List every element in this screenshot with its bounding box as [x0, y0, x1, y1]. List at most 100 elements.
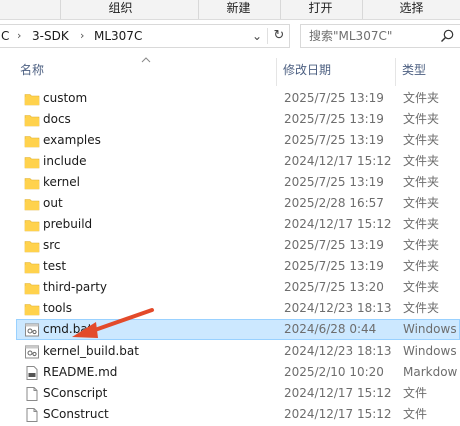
file-date-modified: 2024/12/17 15:12: [284, 154, 392, 168]
folder-icon: [24, 175, 40, 191]
file-type: 文件夹: [403, 112, 440, 126]
file-name[interactable]: docs: [43, 110, 71, 129]
file-type: 文件夹: [403, 196, 440, 210]
file-date-modified: 2024/6/28 0:44: [284, 322, 377, 336]
file-row[interactable]: test 2025/7/25 13:19 文件夹: [16, 256, 460, 277]
file-name[interactable]: third-party: [43, 278, 107, 297]
file-row[interactable]: prebuild 2024/12/17 15:12 文件夹: [16, 214, 460, 235]
file-date-modified: 2024/12/23 18:13: [284, 344, 392, 358]
file-row[interactable]: tools 2024/12/23 18:13 文件夹: [16, 298, 460, 319]
navigation-bar: C › 3-SDK › ML307C ⌄ ↻: [0, 24, 460, 50]
file-date-modified: 2025/7/25 13:19: [284, 91, 384, 105]
file-name[interactable]: examples: [43, 131, 101, 150]
file-name[interactable]: prebuild: [43, 215, 92, 234]
search-icon[interactable]: [439, 28, 455, 44]
file-type: 文件: [403, 407, 428, 421]
ribbon-open[interactable]: 打开: [280, 0, 360, 19]
folder-icon: [24, 112, 40, 128]
breadcrumb-separator: ›: [80, 29, 85, 42]
file-date-modified: 2025/7/25 13:19: [284, 259, 384, 273]
file-row[interactable]: cmd.bat 2024/6/28 0:44 Windows: [16, 319, 460, 340]
ribbon-bar: 组织 新建 打开 选择: [0, 0, 460, 20]
file-type: Windows: [403, 322, 457, 336]
file-type: 文件夹: [403, 238, 440, 252]
refresh-icon[interactable]: ↻: [269, 25, 289, 47]
file-row[interactable]: SConscript 2024/12/17 15:12 文件: [16, 383, 460, 404]
folder-icon: [24, 238, 40, 254]
file-name[interactable]: SConstruct: [43, 405, 109, 424]
breadcrumb-c[interactable]: C: [1, 25, 9, 47]
file-type: 文件夹: [403, 301, 440, 315]
file-name[interactable]: src: [43, 236, 61, 255]
file-row[interactable]: kernel_build.bat 2024/12/23 18:13 Windows: [16, 341, 460, 362]
ribbon-select[interactable]: 选择: [362, 0, 460, 19]
file-row[interactable]: docs 2025/7/25 13:19 文件夹: [16, 109, 460, 130]
file-row[interactable]: include 2024/12/17 15:12 文件夹: [16, 151, 460, 172]
file-type: 文件夹: [403, 259, 440, 273]
sort-ascending-icon: [141, 57, 151, 63]
file-name[interactable]: tools: [43, 299, 72, 318]
ribbon-organize[interactable]: 组织: [60, 0, 180, 19]
file-name[interactable]: include: [43, 152, 86, 171]
column-type[interactable]: 类型: [402, 62, 426, 78]
folder-icon: [24, 154, 40, 170]
breadcrumb-ml307c[interactable]: ML307C: [94, 25, 142, 47]
file-explorer-window: 组织 新建 打开 选择 C › 3-SDK › ML307C ⌄ ↻ 名称: [0, 0, 460, 426]
column-name[interactable]: 名称: [20, 62, 44, 78]
file-row[interactable]: kernel 2025/7/25 13:19 文件夹: [16, 172, 460, 193]
file-type: 文件夹: [403, 217, 440, 231]
file-row[interactable]: out 2025/2/28 16:57 文件夹: [16, 193, 460, 214]
file-date-modified: 2025/7/25 13:19: [284, 112, 384, 126]
file-type: 文件夹: [403, 91, 440, 105]
file-icon: [24, 386, 40, 402]
folder-icon: [24, 196, 40, 212]
folder-icon: [24, 259, 40, 275]
file-name[interactable]: kernel: [43, 173, 80, 192]
ribbon-new[interactable]: 新建: [198, 0, 278, 19]
folder-icon: [24, 217, 40, 233]
breadcrumb-sdk[interactable]: 3-SDK: [32, 25, 69, 47]
file-name[interactable]: test: [43, 257, 66, 276]
file-date-modified: 2025/2/10 10:20: [284, 365, 384, 379]
file-name[interactable]: kernel_build.bat: [43, 342, 139, 361]
file-name[interactable]: SConscript: [43, 384, 107, 403]
file-row[interactable]: examples 2025/7/25 13:19 文件夹: [16, 130, 460, 151]
batch-file-icon: [24, 344, 40, 360]
file-name[interactable]: custom: [43, 89, 87, 108]
file-type: Markdow: [403, 365, 458, 379]
file-row[interactable]: SConstruct 2024/12/17 15:12 文件: [16, 404, 460, 425]
file-icon: [24, 407, 40, 423]
address-divider: [267, 28, 268, 44]
batch-file-icon: [24, 322, 40, 338]
file-row[interactable]: src 2025/7/25 13:19 文件夹: [16, 235, 460, 256]
file-name[interactable]: README.md: [43, 363, 117, 382]
file-date-modified: 2024/12/17 15:12: [284, 407, 392, 421]
address-history-dropdown[interactable]: ⌄: [247, 25, 267, 47]
column-divider[interactable]: [276, 58, 277, 86]
file-row[interactable]: README.md 2025/2/10 10:20 Markdow: [16, 362, 460, 383]
folder-icon: [24, 280, 40, 296]
file-date-modified: 2025/7/25 13:20: [284, 280, 384, 294]
file-date-modified: 2025/7/25 13:19: [284, 133, 384, 147]
file-date-modified: 2025/2/28 16:57: [284, 196, 384, 210]
file-type: 文件夹: [403, 280, 440, 294]
folder-icon: [24, 301, 40, 317]
file-type: 文件: [403, 386, 428, 400]
file-type: 文件夹: [403, 154, 440, 168]
search-input[interactable]: [309, 27, 435, 45]
column-date-modified[interactable]: 修改日期: [283, 62, 331, 78]
breadcrumb-separator: ›: [17, 29, 22, 42]
file-date-modified: 2024/12/23 18:13: [284, 301, 392, 315]
file-row[interactable]: third-party 2025/7/25 13:20 文件夹: [16, 277, 460, 298]
file-date-modified: 2025/7/25 13:19: [284, 175, 384, 189]
file-type: Windows: [403, 344, 457, 358]
column-divider[interactable]: [395, 58, 396, 86]
file-name[interactable]: out: [43, 194, 63, 213]
file-name[interactable]: cmd.bat: [43, 320, 92, 339]
address-bar[interactable]: C › 3-SDK › ML307C ⌄ ↻: [0, 24, 290, 48]
file-type: 文件夹: [403, 133, 440, 147]
file-date-modified: 2024/12/17 15:12: [284, 217, 392, 231]
search-box[interactable]: [300, 24, 460, 48]
file-row[interactable]: custom 2025/7/25 13:19 文件夹: [16, 88, 460, 109]
file-type: 文件夹: [403, 175, 440, 189]
